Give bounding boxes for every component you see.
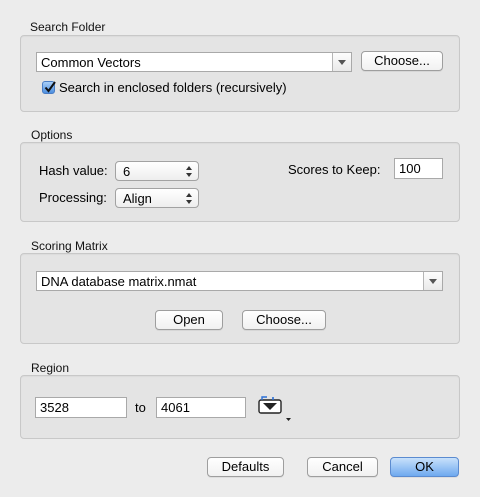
processing-text: Align	[123, 191, 152, 206]
search-folder-label: Search Folder	[30, 20, 106, 34]
chevron-down-icon	[338, 60, 346, 65]
matrix-combo-dropdown[interactable]	[423, 272, 442, 290]
up-down-arrows-icon	[186, 193, 192, 205]
chevron-down-icon	[429, 279, 437, 284]
defaults-button[interactable]: Defaults	[207, 457, 284, 477]
scoring-matrix-group: DNA database matrix.nmat Open Choose...	[20, 253, 460, 344]
matrix-combo[interactable]: DNA database matrix.nmat	[36, 271, 443, 291]
region-to-input[interactable]: 4061	[156, 397, 246, 418]
cancel-button[interactable]: Cancel	[307, 457, 378, 477]
scoring-matrix-label: Scoring Matrix	[31, 239, 108, 253]
choose-matrix-button[interactable]: Choose...	[242, 310, 326, 330]
region-label: Region	[31, 361, 70, 375]
scores-to-keep-input[interactable]: 100	[394, 158, 443, 179]
ok-button[interactable]: OK	[390, 457, 459, 477]
recursive-label: Search in enclosed folders (recursively)	[59, 80, 287, 95]
options-group: Hash value: 6 Processing: Align Scores t…	[20, 142, 460, 222]
choose-folder-button[interactable]: Choose...	[361, 51, 443, 71]
region-to-label: to	[135, 400, 146, 415]
folder-combo-dropdown[interactable]	[332, 53, 351, 71]
hash-value-label: Hash value:	[39, 163, 108, 178]
region-group: 3528 to 4061	[20, 375, 460, 439]
hash-value-text: 6	[123, 164, 131, 179]
up-down-arrows-icon	[186, 166, 192, 178]
region-from-input[interactable]: 3528	[35, 397, 127, 418]
folder-combo-value: Common Vectors	[41, 55, 141, 70]
hash-value-popup[interactable]: 6	[115, 161, 199, 181]
processing-popup[interactable]: Align	[115, 188, 199, 208]
processing-label: Processing:	[39, 190, 107, 205]
options-label: Options	[31, 128, 73, 142]
scores-to-keep-label: Scores to Keep:	[288, 162, 381, 177]
search-folder-group: Common Vectors Choose... Search in enclo…	[20, 35, 460, 112]
matrix-combo-value: DNA database matrix.nmat	[41, 274, 197, 289]
recursive-checkbox[interactable]	[42, 81, 56, 94]
open-matrix-button[interactable]: Open	[155, 310, 223, 330]
folder-combo[interactable]: Common Vectors	[36, 52, 352, 72]
sequence-selection-icon[interactable]	[257, 395, 291, 423]
selection-popup-icon	[258, 396, 291, 421]
checkmark-icon	[44, 81, 56, 93]
